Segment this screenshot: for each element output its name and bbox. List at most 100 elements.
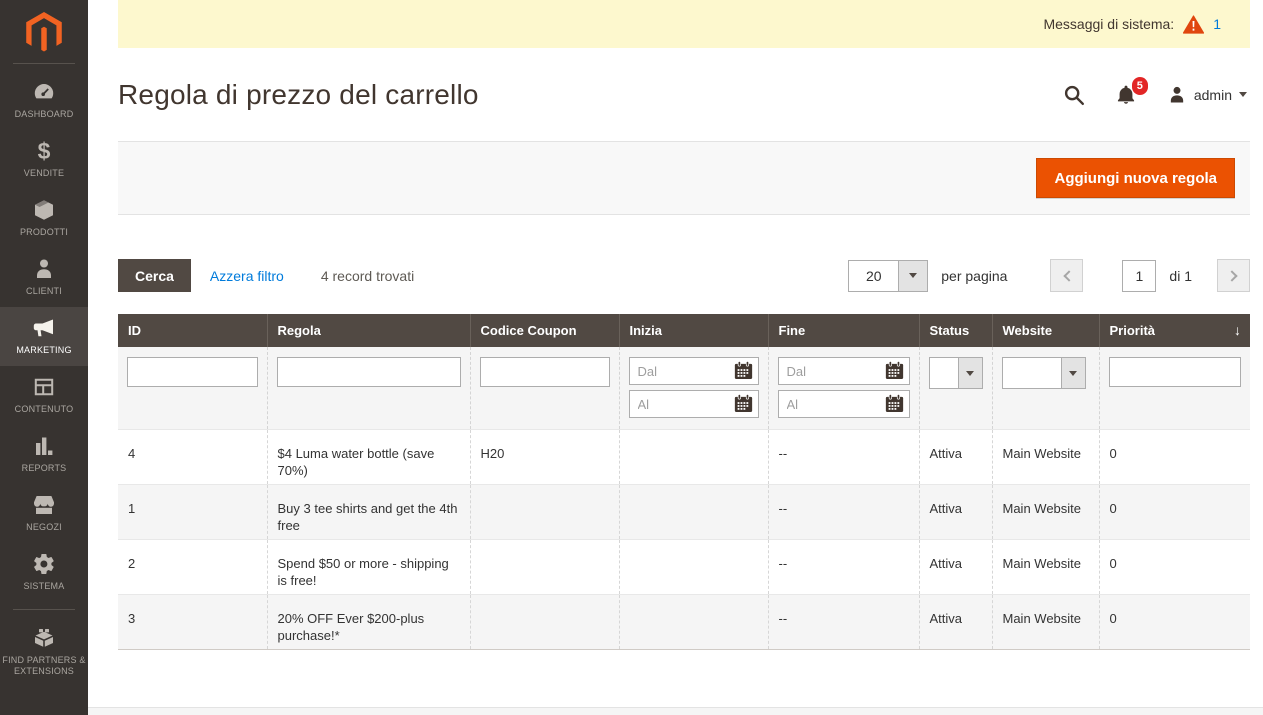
filter-input-priorita[interactable] (1109, 357, 1242, 387)
calendar-icon[interactable] (885, 361, 905, 381)
calendar-icon[interactable] (734, 394, 754, 414)
calendar-icon[interactable] (734, 361, 754, 381)
cell-codice_coupon (470, 485, 619, 540)
user-icon (1167, 85, 1187, 105)
column-header-label: Status (930, 323, 970, 338)
cell-codice_coupon: H20 (470, 430, 619, 485)
cell-regola: Spend $50 or more - shipping is free! (267, 540, 470, 595)
table-row[interactable]: 2Spend $50 or more - shipping is free!--… (118, 540, 1250, 595)
filter-cell-id (118, 347, 267, 430)
sidebar-item-prodotti[interactable]: PRODOTTI (0, 189, 88, 248)
admin-user-menu[interactable]: admin (1167, 85, 1247, 105)
column-header-inizia[interactable]: Inizia (619, 314, 768, 347)
table-row[interactable]: 4$4 Luma water bottle (save 70%)H20--Att… (118, 430, 1250, 485)
column-header-fine[interactable]: Fine (768, 314, 919, 347)
filter-input-regola[interactable] (277, 357, 461, 387)
column-header-id[interactable]: ID (118, 314, 267, 347)
sidebar-item-clienti[interactable]: CLIENTI (0, 248, 88, 307)
table-header-row: IDRegola Codice Coupon IniziaFine Status Web… (118, 314, 1250, 347)
calendar-icon[interactable] (885, 394, 905, 414)
filter-cell-codice_coupon (470, 347, 619, 430)
page-title: Regola di prezzo del carrello (118, 79, 479, 111)
grid-controls: Cerca Azzera filtro 4 record trovati 20 … (118, 215, 1250, 314)
caret-down-icon (1239, 92, 1247, 97)
sidebar-item-find-partners[interactable]: FIND PARTNERS & EXTENSIONS (0, 617, 88, 687)
column-header-codice_coupon[interactable]: Codice Coupon (470, 314, 619, 347)
caret-down-icon (898, 261, 927, 291)
notification-badge: 5 (1132, 77, 1148, 95)
products-icon (32, 198, 56, 222)
caret-down-icon (958, 358, 982, 388)
column-header-priorita[interactable]: Priorità ↓ (1099, 314, 1250, 347)
cell-priorita: 0 (1099, 540, 1250, 595)
cell-website: Main Website (992, 430, 1099, 485)
filter-cell-fine (768, 347, 919, 430)
select-value (930, 358, 958, 388)
table-row[interactable]: 320% OFF Ever $200-plus purchase!*--Atti… (118, 595, 1250, 650)
sidebar-item-label: CONTENUTO (15, 404, 74, 415)
next-page-button[interactable] (1217, 259, 1250, 292)
reset-filter-link[interactable]: Azzera filtro (210, 268, 284, 284)
cell-status: Attiva (919, 540, 992, 595)
magento-admin: DASHBOARD$VENDITEPRODOTTICLIENTI MARKETIN… (0, 0, 1263, 715)
filter-cell-priorita (1099, 347, 1250, 430)
dashboard-icon (32, 80, 56, 104)
column-header-label: Priorità (1110, 323, 1156, 338)
filter-cell-regola (267, 347, 470, 430)
svg-text:$: $ (38, 139, 51, 163)
prev-page-button[interactable] (1050, 259, 1083, 292)
filter-select-website[interactable] (1002, 357, 1086, 389)
add-new-rule-button[interactable]: Aggiungi nuova regola (1036, 158, 1235, 198)
magento-logo[interactable] (0, 0, 88, 56)
caret-down-icon (1061, 358, 1085, 388)
header-actions: 5 admin (1063, 84, 1247, 106)
sidebar-item-marketing[interactable]: MARKETING (0, 307, 88, 366)
column-header-website[interactable]: Website (992, 314, 1099, 347)
cell-inizia (619, 595, 768, 650)
sidebar-item-label: REPORTS (22, 463, 67, 474)
search-submit-button[interactable]: Cerca (118, 259, 191, 292)
footer-bar (88, 707, 1263, 715)
search-button[interactable] (1063, 84, 1085, 106)
sidebar-nav: DASHBOARD$VENDITEPRODOTTICLIENTI MARKETIN… (0, 71, 88, 687)
sidebar-item-dashboard[interactable]: DASHBOARD (0, 71, 88, 130)
column-header-label: Codice Coupon (481, 323, 577, 338)
current-page-input[interactable] (1122, 260, 1156, 292)
sidebar-item-vendite[interactable]: $VENDITE (0, 130, 88, 189)
sort-desc-icon: ↓ (1234, 322, 1241, 338)
sidebar-item-sistema[interactable]: SISTEMA (0, 543, 88, 602)
cell-priorita: 0 (1099, 485, 1250, 540)
system-messages-count-link[interactable]: 1 (1213, 16, 1221, 32)
filter-date-to-inizia (629, 390, 759, 418)
reports-icon (32, 434, 56, 458)
sidebar-item-contenuto[interactable]: CONTENUTO (0, 366, 88, 425)
content-icon (32, 375, 56, 399)
column-header-status[interactable]: Status (919, 314, 992, 347)
cell-inizia (619, 540, 768, 595)
grid-controls-left: Cerca Azzera filtro 4 record trovati (118, 259, 414, 292)
page-actions-toolbar: Aggiungi nuova regola (118, 141, 1250, 215)
table-row[interactable]: 1Buy 3 tee shirts and get the 4th free--… (118, 485, 1250, 540)
filter-input-id[interactable] (127, 357, 258, 387)
cell-priorita: 0 (1099, 595, 1250, 650)
page-size-value: 20 (849, 261, 898, 291)
page-size-select[interactable]: 20 (848, 260, 928, 292)
filter-cell-inizia (619, 347, 768, 430)
cell-id: 1 (118, 485, 267, 540)
sidebar-item-label: NEGOZI (26, 522, 62, 533)
cell-inizia (619, 485, 768, 540)
column-header-regola[interactable]: Regola (267, 314, 470, 347)
total-pages-label: di 1 (1169, 268, 1192, 284)
sidebar-item-reports[interactable]: REPORTS (0, 425, 88, 484)
sales-icon: $ (32, 139, 56, 163)
select-value (1003, 358, 1061, 388)
chevron-right-icon (1226, 270, 1237, 281)
sidebar-item-label: SISTEMA (24, 581, 65, 592)
sidebar-item-negozi[interactable]: NEGOZI (0, 484, 88, 543)
filter-input-codice_coupon[interactable] (480, 357, 610, 387)
notifications-button[interactable]: 5 (1115, 84, 1137, 106)
sidebar-item-label: MARKETING (16, 345, 71, 356)
filter-select-status[interactable] (929, 357, 983, 389)
cell-fine: -- (768, 485, 919, 540)
search-icon (1063, 84, 1085, 106)
